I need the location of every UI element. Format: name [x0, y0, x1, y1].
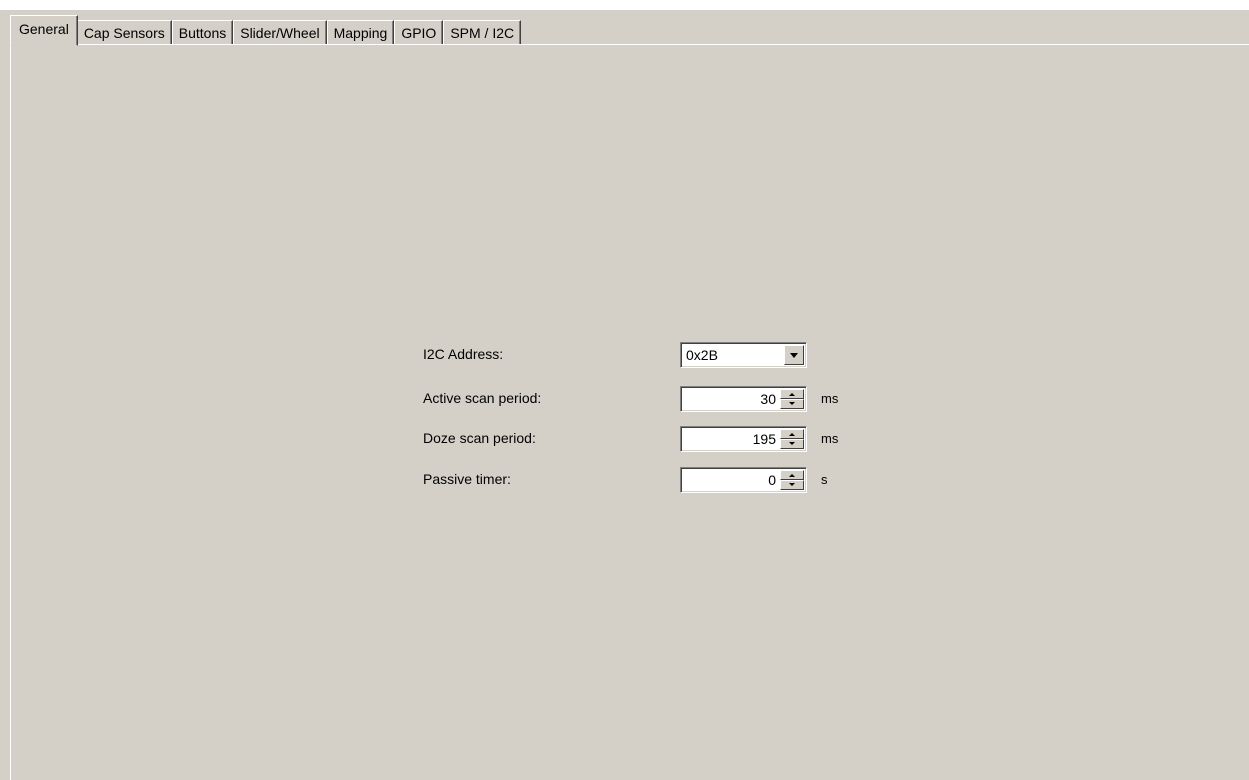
doze-scan-period-row: Doze scan period: 195 ms — [11, 426, 1249, 452]
arrow-up-icon — [789, 433, 795, 436]
i2c-address-combobox[interactable]: 0x2B — [680, 342, 807, 368]
tab-bar: General Cap Sensors Buttons Slider/Wheel… — [10, 10, 522, 46]
tab-cap-sensors[interactable]: Cap Sensors — [76, 20, 172, 45]
active-scan-period-spinner — [780, 389, 804, 409]
tab-spm-i2c[interactable]: SPM / I2C — [443, 20, 522, 45]
tab-buttons[interactable]: Buttons — [171, 20, 234, 45]
arrow-down-icon — [789, 483, 795, 486]
i2c-address-dropdown-button[interactable] — [784, 345, 804, 365]
passive-timer-decrement-button[interactable] — [780, 480, 804, 490]
arrow-up-icon — [789, 474, 795, 477]
arrow-down-icon — [789, 442, 795, 445]
tab-gpio[interactable]: GPIO — [394, 20, 444, 45]
doze-scan-period-unit: ms — [821, 431, 839, 446]
active-scan-period-unit: ms — [821, 391, 839, 406]
tab-slider-wheel[interactable]: Slider/Wheel — [233, 20, 327, 45]
active-scan-period-row: Active scan period: 30 ms — [11, 386, 1249, 412]
active-scan-period-spinbox[interactable]: 30 — [680, 386, 807, 412]
i2c-address-value: 0x2B — [686, 347, 718, 363]
tab-mapping[interactable]: Mapping — [326, 20, 395, 45]
active-scan-period-label: Active scan period: — [423, 390, 542, 406]
tab-general[interactable]: General — [10, 15, 78, 46]
active-scan-period-increment-button[interactable] — [780, 389, 804, 399]
passive-timer-spinner — [780, 470, 804, 490]
passive-timer-value: 0 — [768, 472, 776, 488]
doze-scan-period-spinner — [780, 429, 804, 449]
doze-scan-period-increment-button[interactable] — [780, 429, 804, 439]
chevron-down-icon — [790, 353, 798, 358]
active-scan-period-decrement-button[interactable] — [780, 399, 804, 409]
passive-timer-label: Passive timer: — [423, 471, 511, 487]
active-scan-period-value: 30 — [760, 391, 776, 407]
arrow-down-icon — [789, 402, 795, 405]
passive-timer-row: Passive timer: 0 s — [11, 467, 1249, 493]
general-tab-panel: I2C Address: 0x2B Active scan period: 30… — [10, 44, 1249, 780]
doze-scan-period-spinbox[interactable]: 195 — [680, 426, 807, 452]
doze-scan-period-value: 195 — [752, 431, 776, 447]
i2c-address-row: I2C Address: 0x2B — [11, 342, 1249, 368]
doze-scan-period-decrement-button[interactable] — [780, 439, 804, 449]
passive-timer-increment-button[interactable] — [780, 470, 804, 480]
doze-scan-period-label: Doze scan period: — [423, 430, 536, 446]
top-strip — [0, 0, 1249, 10]
arrow-up-icon — [789, 393, 795, 396]
i2c-address-label: I2C Address: — [423, 346, 504, 362]
passive-timer-unit: s — [821, 472, 828, 487]
passive-timer-spinbox[interactable]: 0 — [680, 467, 807, 493]
